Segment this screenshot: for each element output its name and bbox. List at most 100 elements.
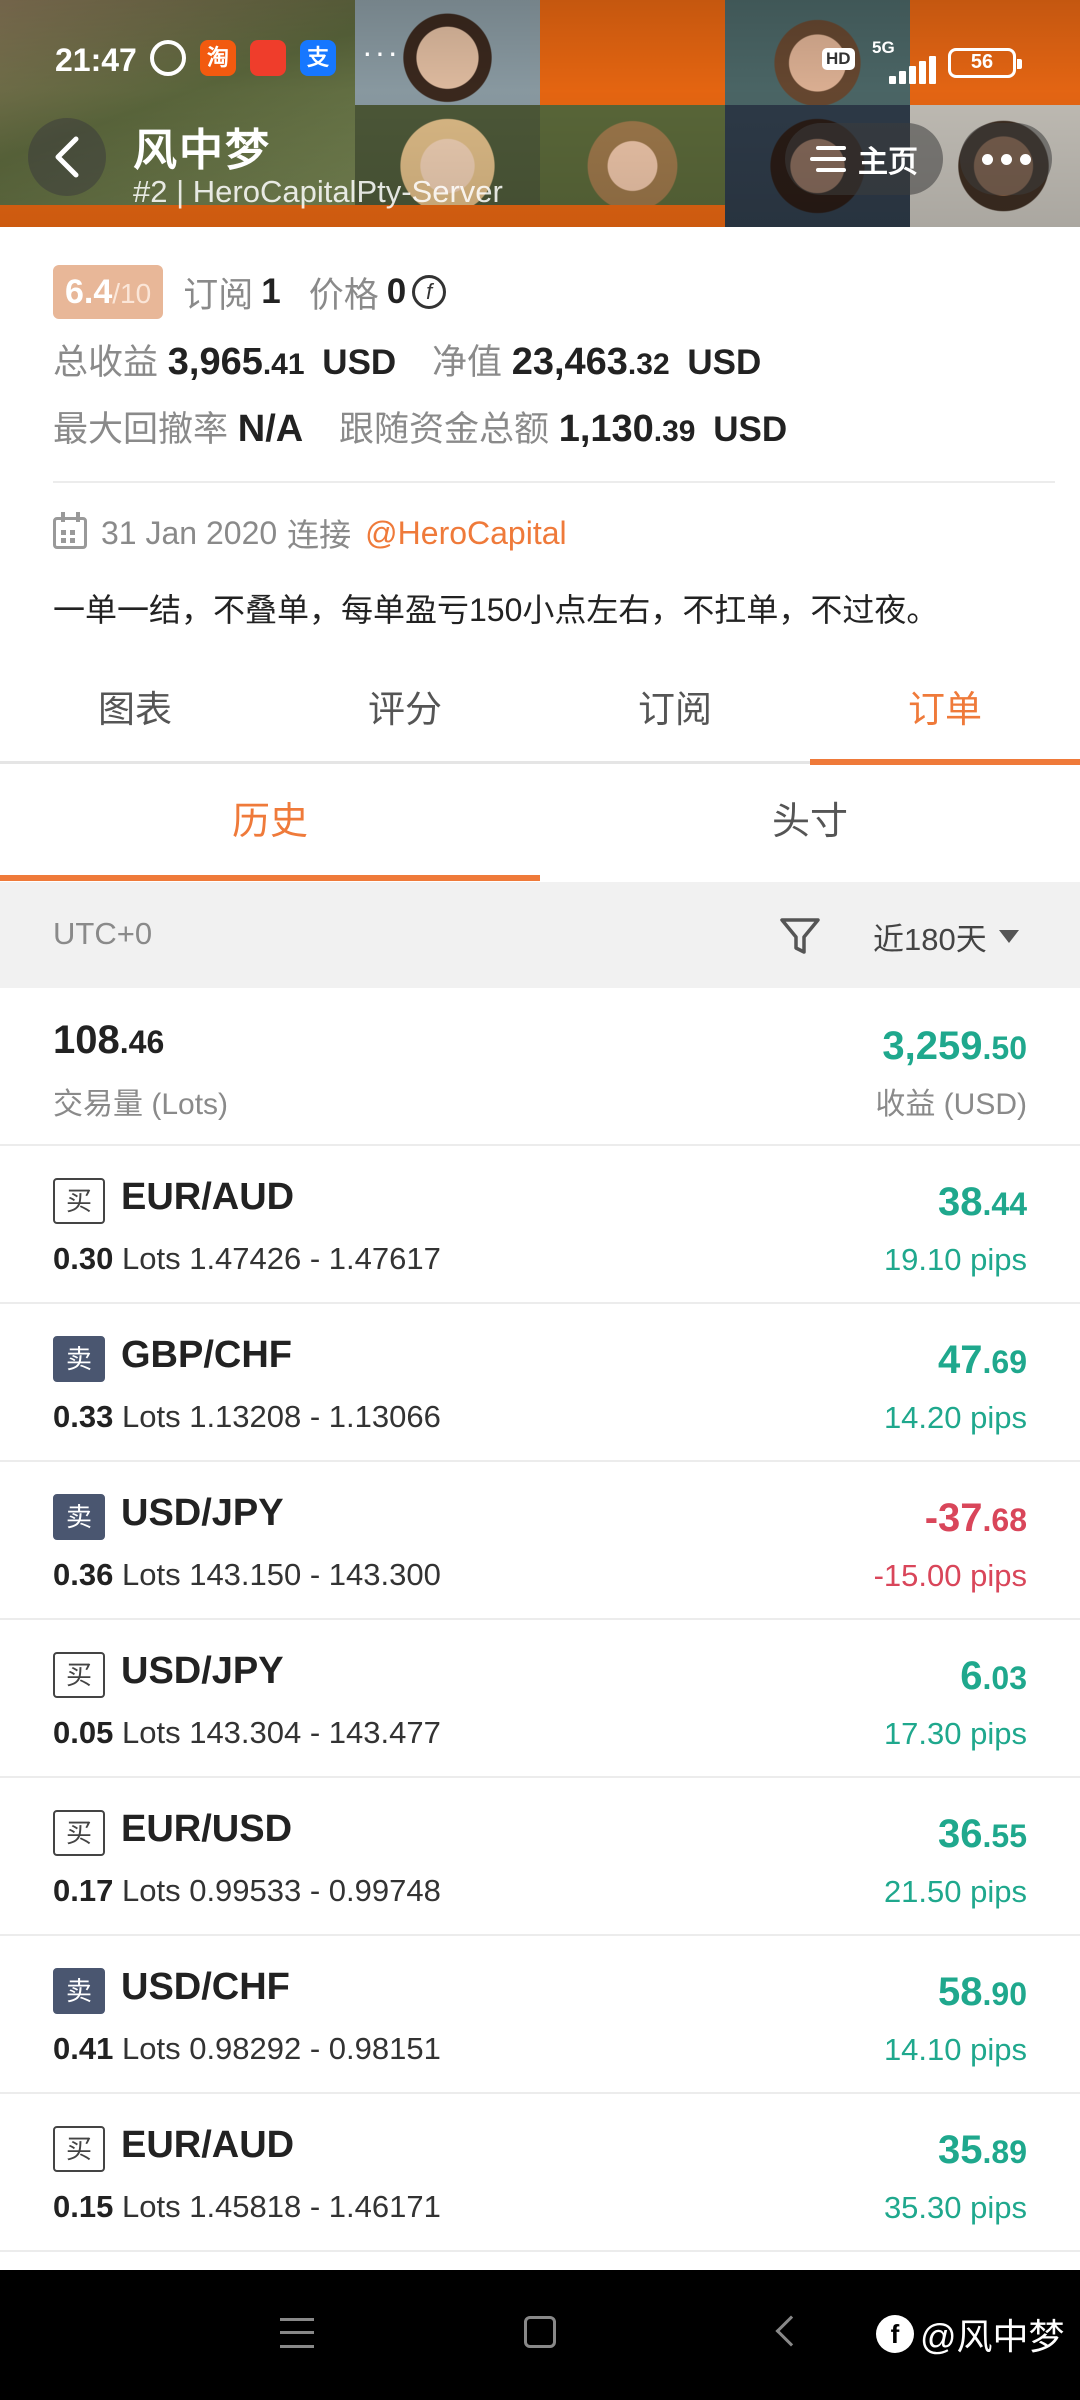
platform-logo-icon: f: [876, 2315, 914, 2353]
tab-orders[interactable]: 订单: [810, 665, 1080, 765]
dot-icon: [981, 153, 993, 165]
order-detail: 0.17 Lots 0.99533 - 0.99748: [53, 1873, 441, 1909]
watermark: f @风中梦: [876, 2308, 1065, 2360]
order-pips: 17.30 pips: [883, 1716, 1027, 1751]
total-profit-unit: USD: [322, 343, 397, 382]
net-value-dec: .32: [627, 348, 670, 381]
follow-funds-unit: USD: [713, 410, 788, 449]
coin-icon: f: [412, 275, 447, 309]
order-lots: 0.05: [53, 1715, 114, 1750]
buy-badge: 买: [53, 1178, 105, 1224]
order-row[interactable]: 买 EUR/AUD 0.15 Lots 1.45818 - 1.46171 35.89…: [0, 2094, 1080, 2252]
status-time: 21:47: [55, 42, 137, 78]
order-profit: 35.89: [938, 2128, 1027, 2173]
back-button[interactable]: [28, 118, 106, 196]
order-profit: 36.55: [938, 1812, 1027, 1857]
chevron-left-icon: [55, 136, 79, 178]
subtab-history[interactable]: 历史: [0, 766, 540, 881]
sell-badge: 卖: [53, 1336, 105, 1382]
home-nav-button[interactable]: [524, 2316, 556, 2348]
drawdown-row: 最大回撤率 N/A 跟随资金总额 1,130.39 USD: [53, 401, 813, 452]
max-drawdown-value: N/A: [237, 408, 304, 450]
price-range: 1.47426 - 1.47617: [189, 1241, 441, 1276]
order-lots: 0.41: [53, 2031, 114, 2066]
max-drawdown-label: 最大回撤率: [53, 410, 229, 449]
price-range: 143.150 - 143.300: [189, 1557, 441, 1592]
order-profit-dec: .44: [982, 1186, 1027, 1222]
lots-unit: Lots: [121, 2031, 181, 2066]
order-detail: 0.36 Lots 143.150 - 143.300: [53, 1557, 441, 1593]
server-subtitle: #2 | HeroCapitalPty-Server: [133, 174, 503, 209]
alarm-icon: [150, 40, 186, 76]
alipay-icon: 支: [300, 40, 336, 76]
total-profit-label: 总收益: [53, 343, 159, 382]
date-range-dropdown[interactable]: 近180天: [873, 914, 1019, 959]
price-range: 0.98292 - 0.98151: [189, 2031, 441, 2066]
order-profit-int: 58: [938, 1970, 983, 2014]
net-value-unit: USD: [687, 343, 762, 382]
order-pips: 35.30 pips: [883, 2190, 1027, 2225]
timezone-label: UTC+0: [53, 916, 153, 951]
rating-value: 6.4: [65, 273, 113, 311]
recent-apps-button[interactable]: [280, 2318, 314, 2348]
provider-handle-link[interactable]: @HeroCapital: [365, 515, 566, 552]
order-lots: 0.30: [53, 1241, 114, 1276]
history-profit-dec: .50: [982, 1030, 1027, 1066]
order-row[interactable]: 卖 USD/CHF 0.41 Lots 0.98292 - 0.98151 58.90…: [0, 1936, 1080, 2094]
price-range: 1.45818 - 1.46171: [189, 2189, 441, 2224]
tab-subscribe[interactable]: 订阅: [540, 665, 810, 761]
watermark-text: @风中梦: [920, 2316, 1065, 2357]
order-row[interactable]: 买 EUR/USD 0.17 Lots 0.99533 - 0.99748 36.55…: [0, 1778, 1080, 1936]
currency-pair: GBP/CHF: [121, 1334, 292, 1376]
follow-funds-dec: .39: [653, 415, 696, 448]
net-value-int: 23,463: [511, 341, 628, 383]
order-lots: 0.33: [53, 1399, 114, 1434]
caret-down-icon: [998, 930, 1019, 943]
buy-badge: 买: [53, 1652, 105, 1698]
currency-pair: EUR/USD: [121, 1808, 293, 1850]
price-value: 0: [386, 272, 407, 311]
home-button-label: 主页: [858, 146, 918, 179]
order-row[interactable]: 卖 USD/JPY 0.36 Lots 143.150 - 143.300 -37.6…: [0, 1462, 1080, 1620]
order-profit: 6.03: [960, 1654, 1027, 1699]
follow-funds-value: 1,130.39: [559, 408, 696, 450]
rating-row: 6.4/10 订阅 1 价格 0 f: [53, 265, 447, 319]
divider: [53, 481, 1055, 483]
subscribe-count: 1: [261, 272, 281, 311]
order-lots: 0.17: [53, 1873, 114, 1908]
currency-pair: USD/JPY: [121, 1492, 284, 1534]
page-title: 风中梦: [133, 126, 271, 175]
order-pips: 19.10 pips: [883, 1242, 1027, 1277]
filter-icon[interactable]: [778, 914, 822, 958]
buy-badge: 买: [53, 2126, 105, 2172]
more-options-button[interactable]: [960, 123, 1052, 195]
system-nav-bar: f @风中梦: [0, 2270, 1080, 2400]
total-profit-value: 3,965.41: [168, 341, 305, 383]
history-profit-int: 3,259: [882, 1024, 983, 1068]
more-notifications-icon: ···: [362, 34, 400, 70]
back-nav-button[interactable]: [775, 2315, 807, 2347]
total-history-profit: 3,259.50: [882, 1024, 1027, 1069]
home-button[interactable]: 主页: [785, 123, 943, 195]
currency-pair: USD/JPY: [121, 1650, 284, 1692]
tab-rating[interactable]: 评分: [270, 665, 540, 761]
net-value-label: 净值: [431, 343, 502, 382]
order-detail: 0.30 Lots 1.47426 - 1.47617: [53, 1241, 441, 1277]
lots-unit: Lots: [121, 1241, 181, 1276]
main-tabs: 图表 评分 订阅 订单: [0, 665, 1080, 765]
lots-unit: Lots: [121, 1873, 181, 1908]
date-range-label: 近180天: [873, 922, 987, 957]
order-row[interactable]: 买 EUR/AUD 0.30 Lots 1.47426 - 1.47617 38.44…: [0, 1146, 1080, 1304]
order-profit-dec: .89: [982, 2134, 1027, 2170]
history-totals: 108.46 交易量 (Lots) 3,259.50 收益 (USD): [0, 988, 1080, 1146]
price-range: 143.304 - 143.477: [189, 1715, 441, 1750]
history-profit-label: 收益 (USD): [875, 1088, 1027, 1121]
taobao-icon: 淘: [200, 40, 236, 76]
tab-chart[interactable]: 图表: [0, 665, 270, 761]
lots-unit: Lots: [121, 1557, 181, 1592]
order-detail: 0.33 Lots 1.13208 - 1.13066: [53, 1399, 441, 1435]
total-lots-int: 108: [53, 1018, 120, 1062]
order-row[interactable]: 卖 GBP/CHF 0.33 Lots 1.13208 - 1.13066 47.69…: [0, 1304, 1080, 1462]
subtab-positions[interactable]: 头寸: [540, 766, 1080, 881]
order-row[interactable]: 买 USD/JPY 0.05 Lots 143.304 - 143.477 6.03 1…: [0, 1620, 1080, 1778]
